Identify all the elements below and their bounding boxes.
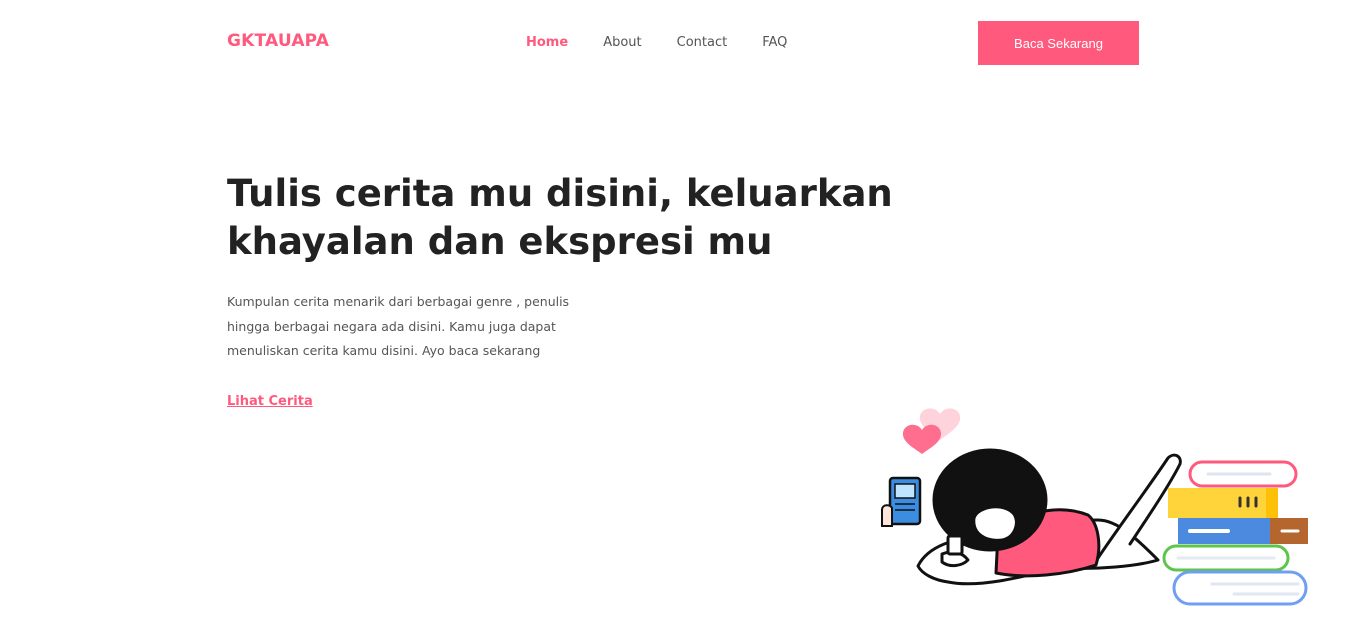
nav-item-home[interactable]: Home [526,35,568,50]
hearts-icon [902,408,961,454]
nav-links: Home About Contact FAQ [526,35,822,50]
nav-item-about[interactable]: About [603,35,641,50]
navbar: GKTAUAPA Home About Contact FAQ Baca Sek… [227,0,1139,86]
tablet-icon [881,476,922,527]
read-now-button[interactable]: Baca Sekarang [978,21,1139,65]
hero-title-line-2: khayalan dan ekspresi mu [227,220,773,263]
see-stories-link[interactable]: Lihat Cerita [227,394,313,409]
girl-figure [916,448,1182,586]
hero-description: Kumpulan cerita menarik dari berbagai ge… [227,294,570,358]
reading-girl-illustration [881,408,1308,606]
nav-item-faq[interactable]: FAQ [762,35,787,50]
hero-title: Tulis cerita mu disini, keluarkan khayal… [227,170,927,266]
brand-logo[interactable]: GKTAUAPA [227,31,329,51]
nav-item-contact[interactable]: Contact [677,35,728,50]
hero-title-line-1: Tulis cerita mu disini, keluarkan [227,172,893,215]
books-stack-icon [1162,460,1308,606]
